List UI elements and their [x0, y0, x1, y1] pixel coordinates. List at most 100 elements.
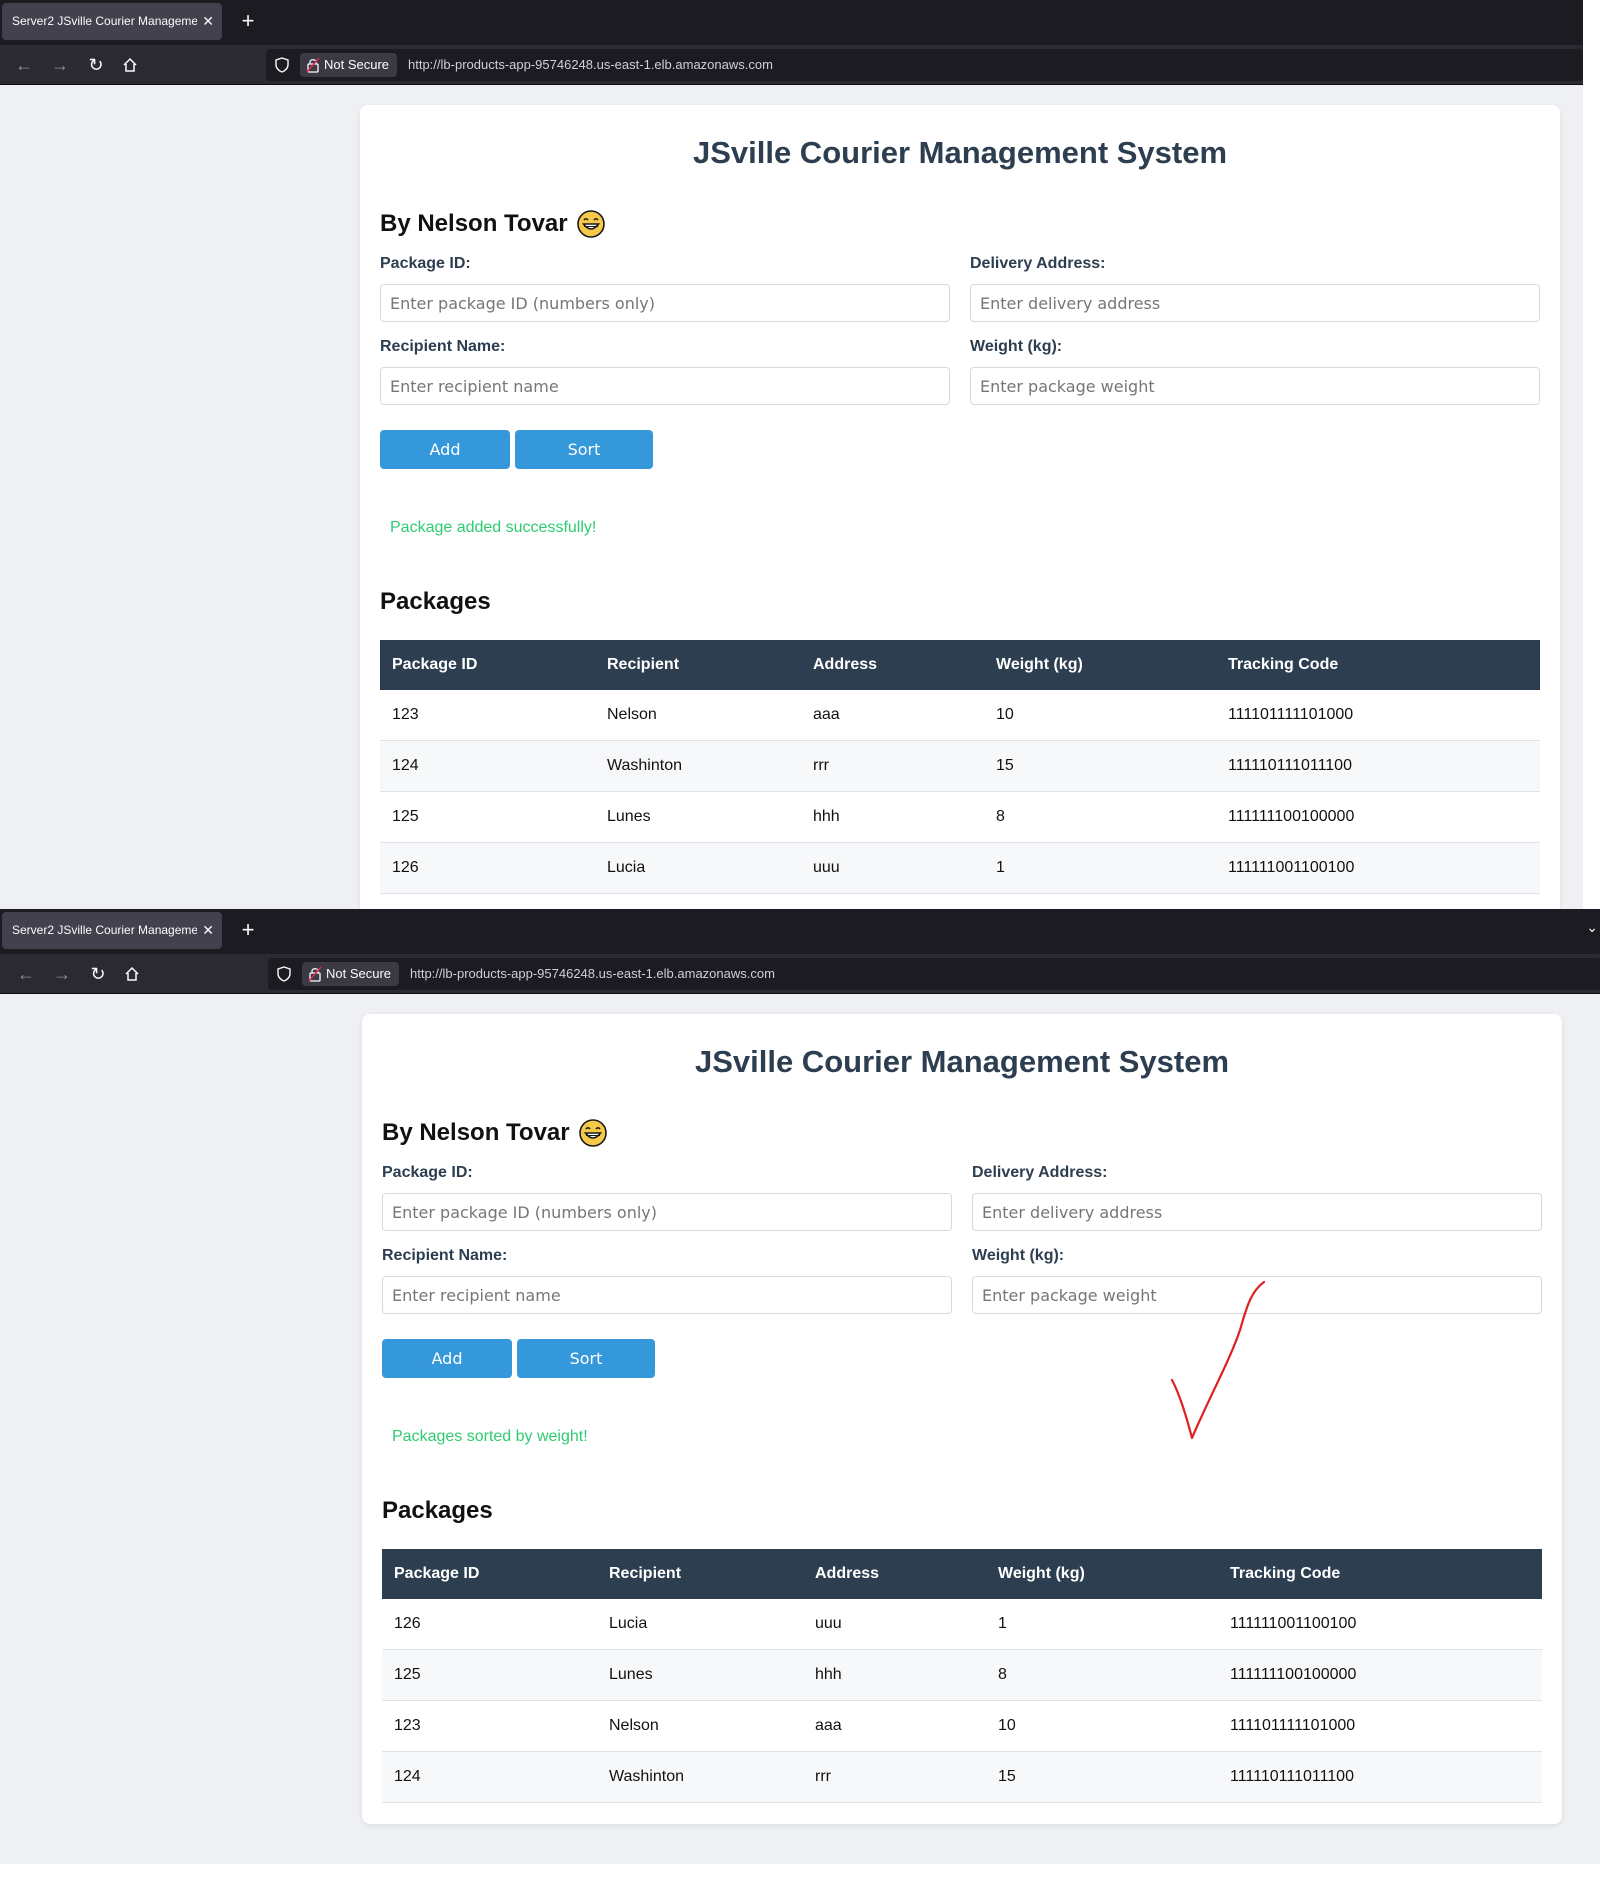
cell-tracking-code: 111101111101000 — [1228, 706, 1354, 723]
close-tab-icon[interactable]: ✕ — [202, 3, 214, 40]
lock-slash-icon — [308, 966, 322, 982]
url-text[interactable]: http://lb-products-app-95746248.us-east-… — [410, 958, 775, 990]
packages-table: Package ID Recipient Address Weight (kg)… — [380, 640, 1540, 894]
cell-weight: 10 — [998, 1717, 1016, 1734]
not-secure-label: Not Secure — [326, 966, 392, 981]
cell-recipient: Nelson — [607, 706, 657, 723]
arrow-left-icon[interactable]: ← — [12, 53, 36, 77]
cell-weight: 15 — [996, 757, 1014, 774]
chevron-down-icon[interactable]: ⌄ — [1586, 919, 1598, 936]
shield-icon[interactable] — [274, 57, 290, 73]
nav-bar: ← → ↻ Not Secure http://lb-products-app-… — [0, 45, 1583, 85]
table-row: 126 Lucia uuu 1 111111001100100 — [380, 843, 1540, 894]
cell-address: uuu — [815, 1615, 842, 1632]
cell-tracking-code: 111110111011100 — [1230, 1768, 1354, 1785]
url-text[interactable]: http://lb-products-app-95746248.us-east-… — [408, 49, 773, 81]
table-row: 123 Nelson aaa 10 111101111101000 — [382, 1701, 1542, 1752]
arrow-left-icon[interactable]: ← — [14, 962, 38, 986]
delivery-address-input[interactable] — [970, 284, 1540, 322]
page-viewport: JSville Courier Management System By Nel… — [0, 85, 1583, 909]
cell-weight: 10 — [996, 706, 1014, 723]
sort-packages-button[interactable]: Sort Packages — [517, 1339, 655, 1407]
package-id-field: Package ID: — [380, 255, 950, 322]
table-row: 125 Lunes hhh 8 111111100100000 — [382, 1650, 1542, 1701]
new-tab-icon[interactable]: + — [236, 6, 260, 36]
weight-label: Weight (kg): — [970, 338, 1063, 355]
cell-recipient: Nelson — [609, 1717, 659, 1734]
weight-input[interactable] — [970, 367, 1540, 405]
cell-recipient: Lunes — [609, 1666, 653, 1683]
browser-tab[interactable]: Server2 JSville Courier Management ✕ — [2, 912, 222, 949]
cell-package-id: 124 — [392, 757, 419, 774]
cell-weight: 1 — [998, 1615, 1007, 1632]
arrow-right-icon[interactable]: → — [50, 962, 74, 986]
weight-label: Weight (kg): — [972, 1247, 1065, 1264]
delivery-address-label: Delivery Address: — [972, 1164, 1108, 1181]
browser-tab[interactable]: Server2 JSville Courier Management ✕ — [2, 3, 222, 40]
cell-address: aaa — [813, 706, 840, 723]
close-tab-icon[interactable]: ✕ — [202, 912, 214, 949]
tab-title: Server2 JSville Courier Management — [12, 923, 197, 937]
cell-address: rrr — [813, 757, 829, 774]
reload-icon[interactable]: ↻ — [86, 962, 110, 986]
add-package-button[interactable]: Add Package — [380, 430, 510, 498]
cell-address: uuu — [813, 859, 840, 876]
url-bar[interactable]: Not Secure http://lb-products-app-957462… — [266, 49, 1583, 81]
nav-bar: ← → ↻ Not Secure http://lb-products-app-… — [0, 954, 1600, 994]
cell-recipient: Lucia — [609, 1615, 648, 1632]
delivery-address-input[interactable] — [972, 1193, 1542, 1231]
delivery-address-field: Delivery Address: — [972, 1164, 1542, 1231]
cell-weight: 8 — [996, 808, 1005, 825]
recipient-name-label: Recipient Name: — [382, 1247, 508, 1264]
cell-package-id: 125 — [392, 808, 419, 825]
reload-icon[interactable]: ↻ — [84, 53, 108, 77]
recipient-name-label: Recipient Name: — [380, 338, 506, 355]
column-header: Recipient — [609, 1565, 682, 1582]
page-title: JSville Courier Management System — [694, 1044, 1230, 1079]
cell-address: hhh — [815, 1666, 842, 1683]
shield-icon[interactable] — [276, 966, 292, 982]
home-icon[interactable] — [118, 53, 142, 77]
column-header: Package ID — [392, 656, 478, 673]
cell-package-id: 126 — [392, 859, 419, 876]
author-heading: By Nelson Tovar — [382, 1119, 607, 1147]
package-id-field: Package ID: — [382, 1164, 952, 1231]
cell-tracking-code: 111111001100100 — [1230, 1615, 1357, 1632]
tab-strip: Server2 JSville Courier Management ✕ + ⌄ — [0, 909, 1600, 954]
recipient-name-input[interactable] — [382, 1276, 952, 1314]
add-package-button[interactable]: Add Package — [382, 1339, 512, 1407]
delivery-address-field: Delivery Address: — [970, 255, 1540, 322]
cell-address: hhh — [813, 808, 840, 825]
recipient-name-field: Recipient Name: — [382, 1247, 952, 1314]
page-viewport: JSville Courier Management System By Nel… — [0, 994, 1600, 1864]
recipient-name-input[interactable] — [380, 367, 950, 405]
new-tab-icon[interactable]: + — [236, 915, 260, 945]
table-row: 123 Nelson aaa 10 111101111101000 — [380, 690, 1540, 741]
table-row: 124 Washinton rrr 15 111110111011100 — [382, 1752, 1542, 1803]
not-secure-label: Not Secure — [324, 57, 390, 72]
cell-package-id: 123 — [392, 706, 419, 723]
column-header: Address — [813, 656, 878, 673]
cell-package-id: 125 — [394, 1666, 421, 1683]
status-message: Package added successfully! — [390, 519, 597, 536]
security-indicator[interactable]: Not Secure — [302, 962, 400, 986]
package-id-input[interactable] — [380, 284, 950, 322]
home-icon[interactable] — [120, 962, 144, 986]
lock-slash-icon — [306, 57, 320, 73]
grinning-face-emoji — [576, 210, 605, 238]
column-header: Package ID — [394, 1565, 480, 1582]
sort-packages-button[interactable]: Sort Packages — [515, 430, 653, 498]
url-bar[interactable]: Not Secure http://lb-products-app-957462… — [268, 958, 1600, 990]
column-header: Tracking Code — [1230, 1565, 1341, 1582]
package-id-input[interactable] — [382, 1193, 952, 1231]
author-name: By Nelson Tovar — [382, 1119, 570, 1146]
arrow-right-icon[interactable]: → — [48, 53, 72, 77]
cell-address: rrr — [815, 1768, 831, 1785]
package-id-label: Package ID: — [382, 1164, 473, 1181]
cell-recipient: Lunes — [607, 808, 651, 825]
table-row: 124 Washinton rrr 15 111110111011100 — [380, 741, 1540, 792]
packages-heading: Packages — [380, 588, 491, 615]
security-indicator[interactable]: Not Secure — [300, 53, 398, 77]
app-container: JSville Courier Management System By Nel… — [362, 1014, 1562, 1824]
cell-tracking-code: 111111100100000 — [1228, 808, 1355, 825]
